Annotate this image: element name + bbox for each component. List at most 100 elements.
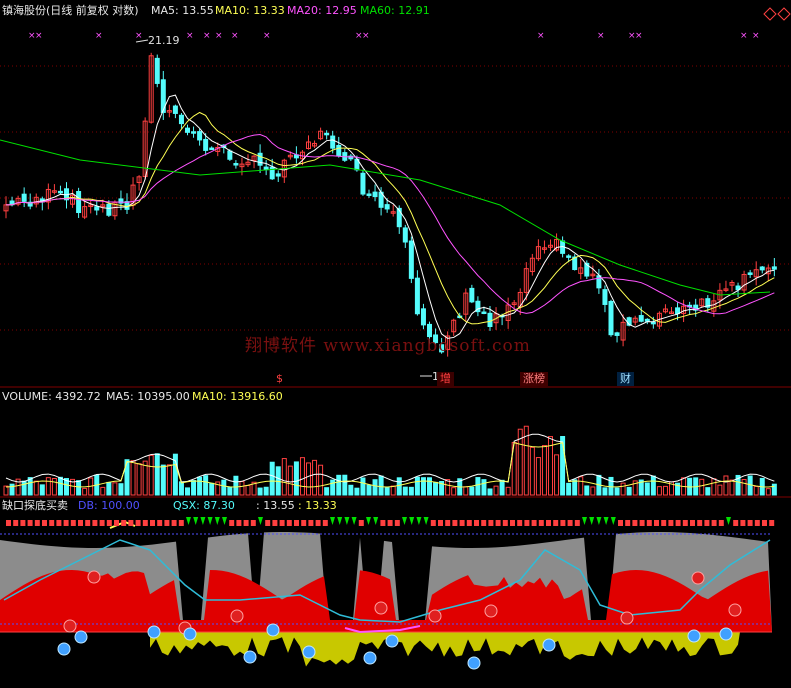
signal-x-marker: × [95, 31, 103, 41]
volume-bar [342, 474, 348, 496]
signal-x-marker: × [215, 31, 223, 41]
marker-zeng[interactable]: 增 [437, 372, 454, 386]
chart-title: 镇海股份(日线 前复权 对数) [2, 4, 139, 17]
volume-bar [9, 483, 15, 496]
candle-body [257, 152, 263, 166]
sell-marker-icon [747, 520, 753, 526]
buy-arrow-icon [200, 517, 206, 525]
candle-body [402, 227, 408, 243]
volume-bar [378, 475, 384, 496]
sell-marker-icon [682, 520, 688, 526]
sell-marker-icon [654, 520, 659, 526]
candle-body [106, 203, 112, 216]
volume-bar [372, 479, 378, 496]
indicator-qsx-label: QSX: 87.30 [173, 499, 235, 512]
volume-bar [287, 465, 293, 496]
buy-arrow-icon [258, 517, 263, 525]
sell-marker-icon [27, 520, 33, 526]
signal-x-marker: × [203, 31, 211, 41]
sell-marker-icon [178, 520, 184, 526]
sell-marker-icon [171, 520, 177, 526]
sell-marker-icon [236, 520, 242, 526]
volume-label: VOLUME: 4392.72 [2, 390, 101, 403]
sell-marker-icon [63, 520, 69, 526]
volume-bar [535, 457, 541, 496]
buy-arrow-icon [582, 517, 587, 525]
buy-arrow-icon [207, 517, 213, 525]
volume-bar [57, 476, 63, 496]
buy-arrow-icon [402, 517, 407, 525]
ma20-legend: MA20: 12.95 [287, 4, 357, 17]
sell-marker-icon [762, 520, 767, 526]
sell-marker-icon [150, 520, 155, 526]
candle-body [644, 318, 650, 322]
volume-bar [130, 460, 136, 496]
volume-bar [390, 485, 396, 496]
sell-marker-icon [34, 520, 40, 526]
volume-bar [717, 484, 723, 496]
sell-marker-icon [13, 520, 19, 526]
volume-bar [475, 477, 481, 496]
buy-arrow-icon [222, 517, 227, 525]
volume-bar [318, 464, 324, 496]
sell-marker-icon [553, 520, 559, 526]
volume-bar [51, 477, 57, 496]
volume-bar [656, 486, 662, 496]
indicator-db-label: DB: 100.00 [78, 499, 140, 512]
volume-bar [118, 483, 124, 496]
candle-body [233, 163, 239, 166]
volume-bar [469, 486, 475, 496]
sell-ball-icon [374, 601, 388, 615]
sell-marker-icon [466, 520, 472, 526]
sell-marker-icon [690, 520, 695, 526]
sell-marker-icon [78, 520, 83, 526]
candle-body [191, 131, 197, 134]
marker-zhangbang[interactable]: 涨榜 [520, 372, 548, 386]
volume-bar [76, 480, 82, 496]
volume-bar [420, 477, 426, 496]
buy-arrow-icon [603, 517, 609, 525]
marker-dollar[interactable]: $ [273, 372, 286, 386]
sell-marker-icon [625, 520, 631, 526]
sell-marker-icon [121, 520, 127, 526]
sell-marker-icon [157, 520, 163, 526]
sell-ball-icon [728, 603, 742, 617]
volume-bar [227, 486, 233, 496]
candle-body [469, 287, 475, 303]
buy-ball-icon [147, 625, 161, 639]
volume-bar [451, 487, 457, 496]
volume-bar [281, 458, 287, 496]
sell-marker-icon [265, 520, 271, 526]
sell-marker-icon [114, 520, 119, 526]
volume-bar [408, 486, 414, 496]
candle-body [76, 191, 82, 214]
buy-arrow-icon [193, 517, 199, 525]
candle-body [360, 172, 366, 195]
volume-bar [239, 481, 245, 496]
marker-cai[interactable]: 财 [617, 372, 634, 386]
sell-marker-icon [517, 520, 523, 526]
volume-bar [154, 453, 160, 496]
sell-marker-icon [250, 520, 256, 526]
sell-ball-icon [230, 609, 244, 623]
candle-body [203, 138, 209, 151]
signal-x-marker: × [231, 31, 239, 41]
indicator-val1: : 13.55 [256, 499, 295, 512]
volume-bar [45, 477, 51, 496]
volume-bar [336, 474, 342, 496]
volume-bar [481, 479, 487, 496]
sell-marker-icon [6, 520, 11, 526]
ma5-line [5, 94, 775, 339]
sell-ball-icon [428, 609, 442, 623]
sell-marker-icon [574, 520, 580, 526]
volume-bar [306, 462, 311, 496]
sell-marker-icon [92, 520, 98, 526]
sell-marker-icon [538, 520, 544, 526]
volume-bar [166, 464, 172, 496]
volume-bar [602, 487, 608, 496]
buy-ball-icon [687, 629, 701, 643]
sell-marker-icon [42, 520, 47, 526]
signal-x-marker: × [597, 31, 605, 41]
buy-ball-icon [385, 634, 399, 648]
volume-bar [699, 478, 705, 496]
